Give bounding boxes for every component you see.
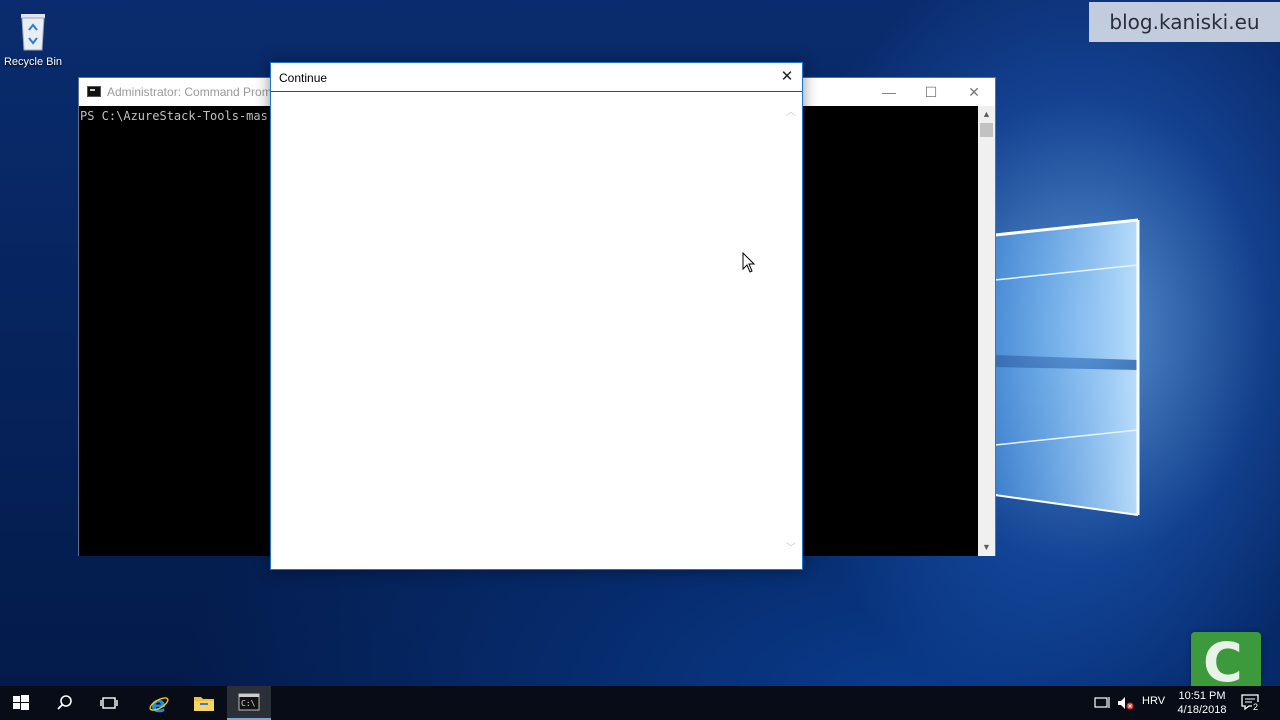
recorder-badge: C [1191,632,1261,694]
badge-letter: C [1203,631,1243,694]
search-button[interactable] [44,686,88,720]
dialog-content-area[interactable]: ︿ ﹀ [272,93,801,569]
command-prompt-icon: C:\ [238,693,260,711]
minimize-button[interactable]: — [867,78,911,106]
search-icon [57,695,72,710]
continue-dialog[interactable]: Continue ✕ ︿ ﹀ [270,62,803,570]
start-button[interactable] [0,686,44,720]
watermark: blog.kaniski.eu [1089,2,1280,42]
mouse-cursor-icon [742,252,756,273]
recycle-bin[interactable]: Recycle Bin [2,8,64,68]
command-prompt-icon [87,86,101,97]
task-view-button[interactable] [88,686,132,720]
dialog-scroll-up-icon[interactable]: ︿ [785,107,797,119]
recycle-bin-icon [21,14,45,51]
svg-text:C:\: C:\ [241,699,256,708]
command-prompt-taskbar-button[interactable]: C:\ [227,686,271,720]
cmd-scrollbar[interactable]: ▲ ▼ [978,106,995,556]
scroll-down-arrow-icon[interactable]: ▼ [978,539,995,556]
recycle-bin-label: Recycle Bin [3,56,63,68]
dialog-close-button[interactable]: ✕ [772,63,802,91]
dialog-title: Continue [279,71,328,85]
dialog-scroll-down-icon[interactable]: ﹀ [785,543,797,555]
network-icon[interactable] [1094,696,1112,710]
dialog-titlebar[interactable]: Continue ✕ [271,63,802,92]
scroll-thumb[interactable] [980,123,993,137]
clock-date: 4/18/2018 [1177,704,1227,716]
clock[interactable]: 10:51 PM 4/18/2018 [1172,689,1232,717]
notification-count: 2 [1252,702,1260,712]
action-center-button[interactable]: 2 [1240,693,1262,713]
close-button[interactable]: ✕ [952,78,996,106]
internet-explorer-button[interactable]: e [137,686,181,720]
scroll-up-arrow-icon[interactable]: ▲ [978,106,995,123]
windows-start-icon [13,695,29,710]
file-explorer-icon [194,697,214,711]
cmd-window-title: Administrator: Command Promp [107,85,279,99]
wallpaper-windows-logo [994,218,1140,516]
task-view-icon [100,697,118,709]
input-language[interactable]: HRV [1142,695,1165,707]
taskbar: e C:\ HRV 10:51 PM 4/18/2018 2 [0,686,1280,720]
console-prompt-text: PS C:\AzureStack-Tools-mas [80,109,268,123]
internet-explorer-icon: e [149,693,169,715]
maximize-button[interactable]: ☐ [909,78,953,106]
clock-time: 10:51 PM [1178,690,1226,702]
volume-muted-icon[interactable] [1117,696,1135,710]
file-explorer-button[interactable] [182,686,226,720]
